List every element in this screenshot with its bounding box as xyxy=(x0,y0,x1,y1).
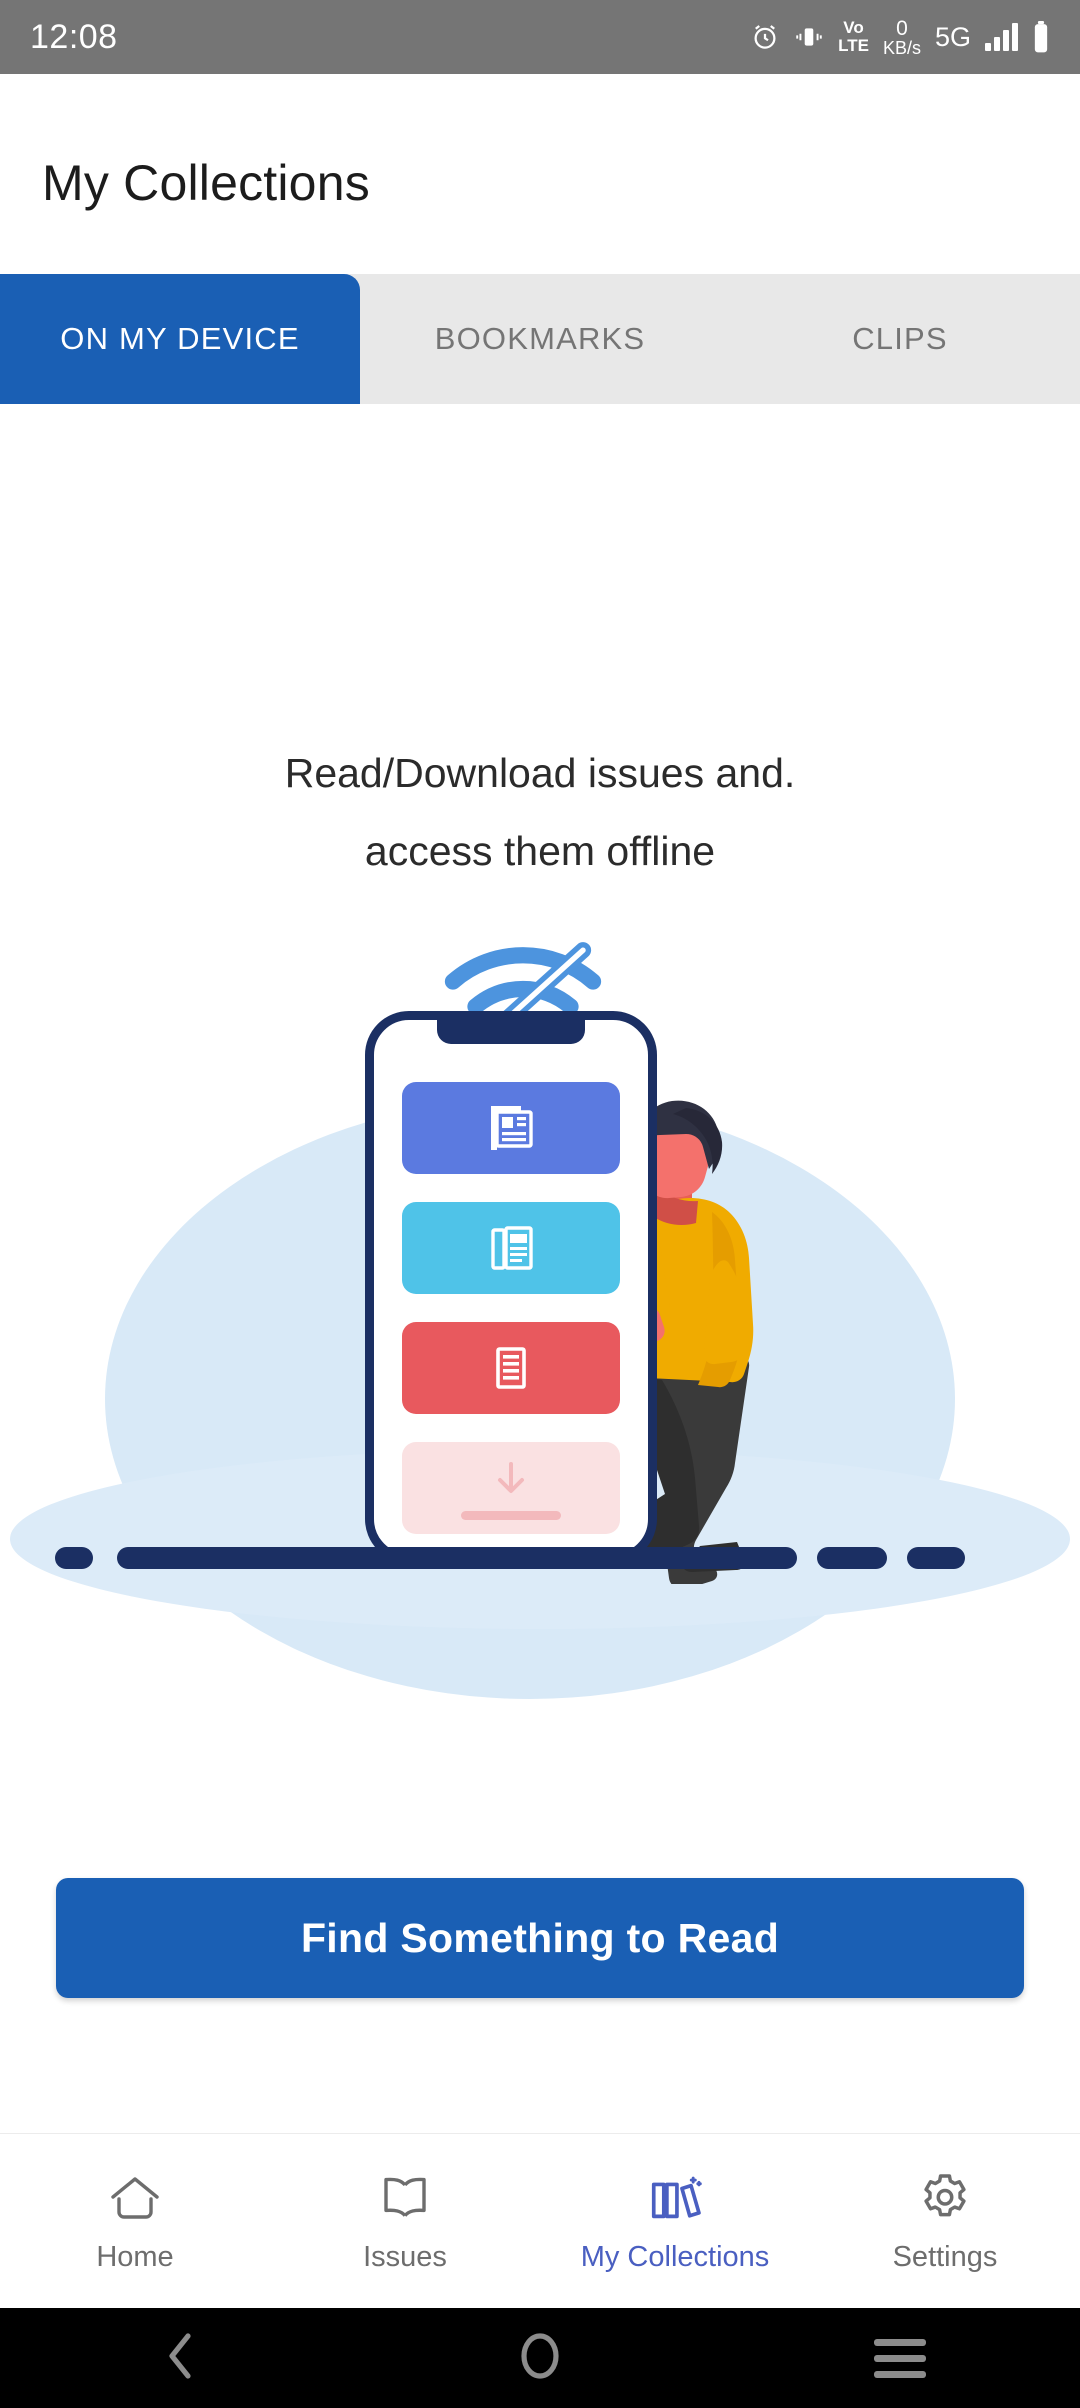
signal-bars-icon xyxy=(985,23,1018,51)
tab-bookmarks[interactable]: BOOKMARKS xyxy=(360,274,720,404)
nav-label-settings: Settings xyxy=(892,2240,998,2273)
status-bar-time: 12:08 xyxy=(30,17,118,56)
nav-item-home[interactable]: Home xyxy=(0,2134,270,2308)
nav-label-my-collections: My Collections xyxy=(580,2240,770,2273)
download-progress-bar xyxy=(461,1511,561,1520)
nav-label-home: Home xyxy=(96,2240,174,2273)
android-navigation-bar xyxy=(0,2308,1080,2408)
article-lines-icon xyxy=(496,1347,526,1389)
status-bar: 12:08 Vo LTE 0 KB/s 5G xyxy=(0,0,1080,74)
bottom-navigation: Home Issues My Collections Settings xyxy=(0,2133,1080,2308)
nav-label-issues: Issues xyxy=(363,2240,447,2273)
tab-on-my-device[interactable]: ON MY DEVICE xyxy=(0,274,360,404)
newspaper-icon xyxy=(491,1106,533,1150)
article-card xyxy=(402,1322,620,1414)
illustration-ground-line xyxy=(55,1547,1025,1569)
alarm-icon xyxy=(750,22,780,52)
empty-state: Read/Download issues and. access them of… xyxy=(0,404,1080,2133)
battery-icon xyxy=(1032,21,1050,53)
download-arrow-icon xyxy=(498,1462,524,1493)
status-bar-icons: Vo LTE 0 KB/s 5G xyxy=(750,18,1050,57)
phone-notch xyxy=(437,1020,585,1044)
gear-icon xyxy=(915,2169,975,2227)
empty-state-line-2: access them offline xyxy=(364,828,716,874)
home-icon xyxy=(105,2169,165,2227)
app-header: My Collections xyxy=(0,74,1080,274)
newspaper-card xyxy=(402,1082,620,1174)
hamburger-icon xyxy=(874,2338,926,2378)
back-button[interactable] xyxy=(0,2328,360,2389)
data-rate-indicator: 0 KB/s xyxy=(882,16,921,58)
recents-button[interactable] xyxy=(720,2338,1080,2378)
empty-state-message: Read/Download issues and. access them of… xyxy=(0,734,1080,890)
circle-icon xyxy=(518,2328,562,2389)
chevron-left-icon xyxy=(160,2328,200,2389)
network-5g-label: 5G xyxy=(934,21,971,52)
nav-item-settings[interactable]: Settings xyxy=(810,2134,1080,2308)
download-card xyxy=(402,1442,620,1534)
books-stack-icon xyxy=(645,2169,705,2227)
empty-state-line-1: Read/Download issues and. xyxy=(284,750,796,796)
volte-icon: Vo LTE xyxy=(838,18,869,55)
tab-clips[interactable]: CLIPS xyxy=(720,274,1080,404)
vibrate-icon xyxy=(794,23,824,51)
phone-mockup xyxy=(365,1011,657,1563)
magazine-card xyxy=(402,1202,620,1294)
tab-bar: ON MY DEVICE BOOKMARKS CLIPS xyxy=(0,274,1080,404)
open-book-icon xyxy=(375,2169,435,2227)
home-button[interactable] xyxy=(360,2328,720,2389)
nav-item-my-collections[interactable]: My Collections xyxy=(540,2134,810,2308)
page-title: My Collections xyxy=(42,155,370,211)
magazine-icon xyxy=(491,1226,533,1270)
app-screen: 12:08 Vo LTE 0 KB/s 5G My Collections ON… xyxy=(0,0,1080,2408)
nav-item-issues[interactable]: Issues xyxy=(270,2134,540,2308)
find-something-to-read-button[interactable]: Find Something to Read xyxy=(56,1878,1024,1998)
offline-reading-illustration xyxy=(0,909,1080,1789)
